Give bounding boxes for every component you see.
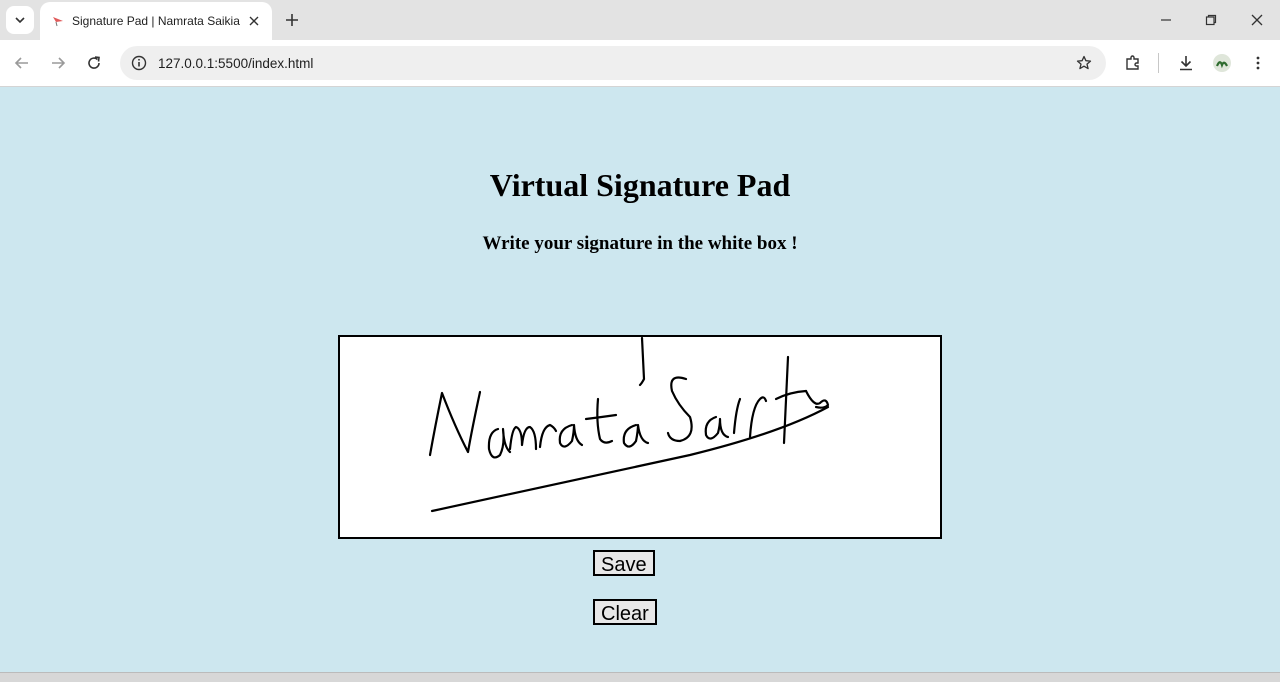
downloads-button[interactable] (1174, 51, 1198, 75)
address-bar[interactable]: 127.0.0.1:5500/index.html (120, 46, 1106, 80)
restore-icon (1205, 14, 1217, 26)
browser-menu-button[interactable] (1246, 51, 1270, 75)
avatar (1213, 54, 1231, 72)
instruction-text: Write your signature in the white box ! (482, 233, 798, 254)
site-info-icon[interactable] (130, 54, 148, 72)
new-tab-button[interactable] (280, 8, 304, 32)
save-button[interactable]: Save (593, 550, 655, 576)
kebab-menu-icon (1256, 56, 1260, 70)
puzzle-icon (1126, 55, 1139, 70)
arrow-left-icon (14, 57, 28, 69)
signature-canvas[interactable] (338, 335, 942, 539)
favicon-icon (50, 13, 66, 29)
back-button[interactable] (8, 49, 36, 77)
arrow-right-icon (52, 57, 66, 69)
bookmark-star-icon[interactable] (1074, 53, 1094, 73)
close-icon (1251, 14, 1263, 26)
signature-drawing (428, 337, 830, 513)
tab-strip: Signature Pad | Namrata Saikia (0, 0, 1280, 40)
reload-button[interactable] (80, 49, 108, 77)
page-title: Virtual Signature Pad (489, 167, 791, 203)
clear-button[interactable]: Clear (593, 599, 657, 625)
forward-button[interactable] (44, 49, 72, 77)
chevron-down-icon (15, 17, 25, 24)
close-window-button[interactable] (1241, 6, 1273, 34)
tab-search-button[interactable] (6, 6, 34, 34)
reload-icon (88, 56, 100, 69)
extensions-button[interactable] (1121, 51, 1145, 75)
plus-icon (286, 14, 298, 26)
minimize-icon (1161, 19, 1171, 21)
tab-title: Signature Pad | Namrata Saikia (72, 14, 240, 28)
url-text: 127.0.0.1:5500/index.html (158, 55, 314, 71)
profile-button[interactable] (1210, 51, 1234, 75)
restore-button[interactable] (1195, 6, 1227, 34)
download-icon (1180, 56, 1192, 71)
toolbar-divider (1158, 53, 1159, 73)
close-tab-icon[interactable] (244, 11, 264, 31)
page-content: Virtual Signature Pad Write your signatu… (0, 87, 1280, 681)
minimize-button[interactable] (1150, 6, 1182, 34)
browser-toolbar: 127.0.0.1:5500/index.html (0, 40, 1280, 87)
browser-tab[interactable]: Signature Pad | Namrata Saikia (40, 2, 272, 40)
